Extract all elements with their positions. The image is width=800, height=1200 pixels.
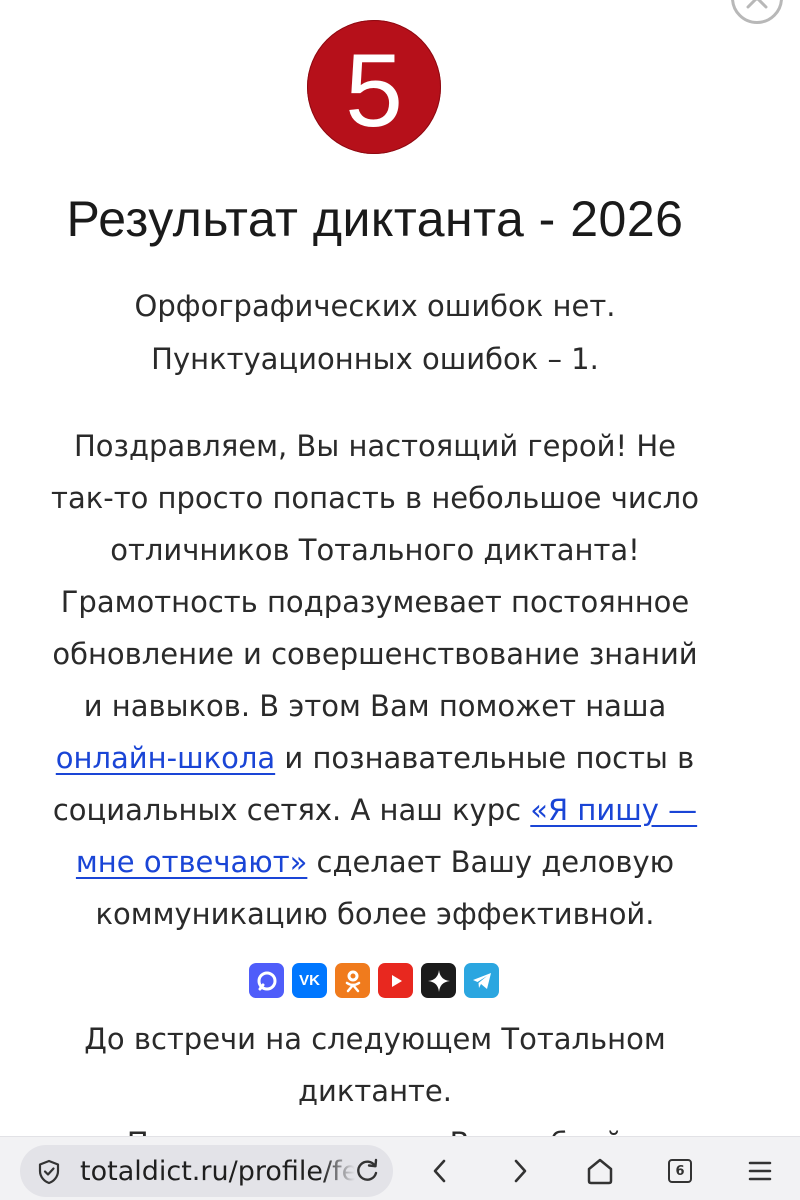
text-line: До встречи на следующем Тотальном bbox=[84, 1022, 666, 1056]
social-links: VK bbox=[249, 963, 499, 998]
back-button[interactable] bbox=[420, 1151, 460, 1191]
url-text: totaldict.ru/profile/fe bbox=[80, 1156, 355, 1187]
page: 5 Результат диктанта - 2026 Орфографичес… bbox=[0, 0, 800, 1200]
text-line: обновление и совершенствование знаний bbox=[52, 637, 698, 671]
odnoklassniki-icon[interactable] bbox=[335, 963, 370, 998]
text-line: коммуникацию более эффективной. bbox=[95, 897, 655, 931]
text-line: Грамотность подразумевает постоянное bbox=[60, 585, 690, 619]
text-line: отличников Тотального диктанта! bbox=[110, 533, 640, 567]
grade-value: 5 bbox=[345, 33, 403, 149]
text-line: мне отвечают» сделает Вашу деловую bbox=[0, 836, 750, 888]
text-fragment: и познавательные посты в bbox=[275, 741, 695, 775]
dzen-icon[interactable] bbox=[421, 963, 456, 998]
page-title: Результат диктанта - 2026 bbox=[66, 191, 684, 247]
course-link-part1[interactable]: «Я пишу — bbox=[530, 793, 697, 827]
congratulations-text: Поздравляем, Вы настоящий герой! Не так-… bbox=[0, 420, 750, 940]
text-line: так-то просто попасть в небольшое число bbox=[51, 481, 699, 515]
course-link-part2[interactable]: мне отвечают» bbox=[76, 845, 307, 879]
forward-button[interactable] bbox=[500, 1151, 540, 1191]
address-bar[interactable]: totaldict.ru/profile/fe bbox=[20, 1145, 393, 1197]
text-fragment: сделает Вашу деловую bbox=[307, 845, 675, 879]
browser-toolbar: totaldict.ru/profile/fe 6 bbox=[0, 1136, 800, 1200]
vk-icon[interactable]: VK bbox=[292, 963, 327, 998]
text-line: Поздравляем, Вы настоящий герой! Не bbox=[74, 429, 676, 463]
text-line: и навыков. В этом Вам поможет наша bbox=[83, 689, 667, 723]
text-fragment: социальных сетях. А наш курс bbox=[52, 793, 531, 827]
text-line: диктанте. bbox=[298, 1074, 452, 1108]
punctuation-errors-text: Пунктуационных ошибок – 1. bbox=[151, 342, 599, 376]
home-icon bbox=[587, 1158, 613, 1185]
home-button[interactable] bbox=[580, 1151, 620, 1191]
close-button[interactable] bbox=[731, 0, 783, 24]
result-summary: Орфографических ошибок нет. Пунктуационн… bbox=[0, 280, 750, 386]
hamburger-menu-icon bbox=[748, 1161, 772, 1181]
vk-label: VK bbox=[299, 972, 320, 989]
reload-icon[interactable] bbox=[354, 1158, 380, 1184]
tabs-count-icon: 6 bbox=[668, 1159, 692, 1183]
youtube-icon[interactable] bbox=[378, 963, 413, 998]
grade-badge: 5 bbox=[307, 20, 441, 154]
text-line: социальных сетях. А наш курс «Я пишу — bbox=[0, 784, 750, 836]
tabs-button[interactable]: 6 bbox=[660, 1151, 700, 1191]
chevron-left-icon bbox=[433, 1159, 446, 1183]
online-school-link[interactable]: онлайн-школа bbox=[56, 741, 275, 775]
text-line: онлайн-школа и познавательные посты в bbox=[0, 732, 750, 784]
close-icon bbox=[746, 0, 768, 9]
telegram-icon[interactable] bbox=[464, 963, 499, 998]
menu-button[interactable] bbox=[740, 1151, 780, 1191]
shield-check-icon bbox=[38, 1159, 60, 1185]
max-icon[interactable] bbox=[249, 963, 284, 998]
spelling-errors-text: Орфографических ошибок нет. bbox=[134, 289, 616, 323]
chevron-right-icon bbox=[514, 1159, 527, 1183]
